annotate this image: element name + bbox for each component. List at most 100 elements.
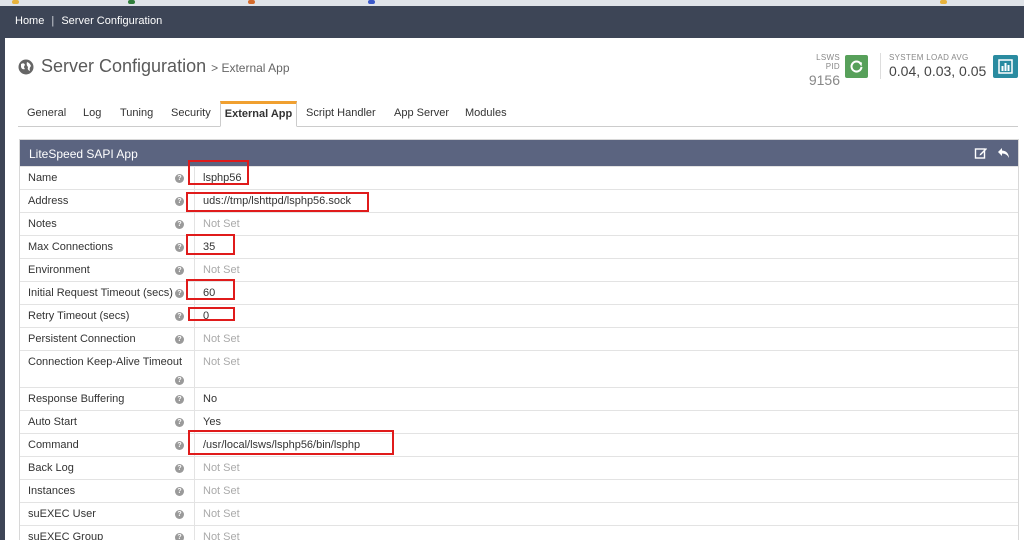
highlight-box [188,307,235,321]
panel-header: LiteSpeed SAPI App [20,140,1018,166]
help-icon[interactable]: ? [175,441,184,450]
help-icon[interactable]: ? [175,197,184,206]
row-label: Command [28,439,79,451]
load-chart-button[interactable] [993,55,1018,78]
row-label: suEXEC Group [28,531,104,540]
bookmark-favicon[interactable] [368,0,375,4]
bookmark-favicon[interactable] [940,0,947,4]
tab-app-server[interactable]: App Server [394,101,449,127]
tab-log[interactable]: Log [83,101,101,127]
load-label: SYSTEM LOAD AVG [889,53,969,62]
help-icon[interactable]: ? [175,289,184,298]
help-icon[interactable]: ? [175,464,184,473]
column-divider [194,526,195,540]
help-icon[interactable]: ? [175,220,184,229]
page-title-sub: > External App [211,61,290,75]
highlight-box [188,160,249,185]
help-icon[interactable]: ? [175,395,184,404]
tab-tuning[interactable]: Tuning [120,101,153,127]
row-label: Notes [28,218,57,230]
config-tabs: General Log Tuning Security External App… [18,101,1018,127]
row-label: Persistent Connection [28,333,136,345]
table-row: Instances? Not Set [20,479,1018,502]
help-icon[interactable]: ? [175,533,184,540]
table-row: Max Connections? 35 [20,235,1018,258]
row-value: Not Set [203,508,240,520]
top-navbar: Home | Server Configuration [0,6,1024,38]
breadcrumb-current: Server Configuration [61,15,163,27]
column-divider [194,213,195,235]
highlight-box [186,279,235,300]
table-row: Auto Start? Yes [20,410,1018,433]
bookmark-favicon[interactable] [128,0,135,4]
help-icon[interactable]: ? [175,418,184,427]
highlight-box [186,192,369,212]
row-value: Not Set [203,356,240,368]
reload-icon [850,60,863,73]
column-divider [194,351,195,387]
page-title-main: Server Configuration [41,56,207,76]
edit-icon[interactable] [974,146,988,160]
help-icon[interactable]: ? [175,243,184,252]
table-row: Persistent Connection? Not Set [20,327,1018,350]
back-arrow-icon[interactable] [997,146,1011,160]
breadcrumb-home-link[interactable]: Home [15,15,44,27]
row-label: Connection Keep-Alive Timeout [28,356,183,368]
tab-security[interactable]: Security [171,101,211,127]
row-label: Initial Request Timeout (secs) [28,287,173,299]
row-label: Address [28,195,69,207]
row-value: Not Set [203,485,240,497]
column-divider [194,457,195,479]
page-title: Server Configuration > External App [41,56,290,77]
help-icon[interactable]: ? [175,510,184,519]
table-row: suEXEC User? Not Set [20,502,1018,525]
column-divider [194,388,195,410]
table-row: suEXEC Group? Not Set [20,525,1018,540]
row-label: Retry Timeout (secs) [28,310,130,322]
column-divider [194,480,195,502]
tab-script-handler[interactable]: Script Handler [306,101,376,127]
row-value: Not Set [203,462,240,474]
row-label: Response Buffering [28,393,125,405]
table-row: Environment? Not Set [20,258,1018,281]
lsws-pid: LSWS PID 9156 [800,53,840,88]
column-divider [194,503,195,525]
help-icon[interactable]: ? [175,335,184,344]
panel-title: LiteSpeed SAPI App [29,147,138,161]
help-icon[interactable]: ? [175,487,184,496]
row-value: Not Set [203,531,240,540]
sapi-app-panel: LiteSpeed SAPI App Name? lsphp56 Address? u… [19,139,1019,540]
row-label: Back Log [28,462,74,474]
column-divider [194,328,195,350]
bookmark-favicon[interactable] [248,0,255,4]
row-value: Not Set [203,264,240,276]
breadcrumb: Home | Server Configuration [15,15,162,27]
row-value: Not Set [203,333,240,345]
table-row: Address? uds://tmp/lshttpd/lsphp56.sock [20,189,1018,212]
sidebar-edge [0,38,5,540]
row-label: suEXEC User [28,508,96,520]
row-label: Name [28,172,58,184]
table-row: Command?/usr/local/lsws/lsphp56/bin/lsph… [20,433,1018,456]
help-icon[interactable]: ? [175,174,184,183]
table-row: Connection Keep-Alive Timeout? Not Set [20,350,1018,387]
bookmark-favicon[interactable] [12,0,19,4]
help-icon[interactable]: ? [175,312,184,321]
help-icon[interactable]: ? [175,266,184,275]
pid-label: LSWS PID [816,53,840,71]
tab-general[interactable]: General [27,101,66,127]
reload-button[interactable] [845,55,868,78]
row-label: Instances [28,485,76,497]
column-divider [194,259,195,281]
table-row: Back Log? Not Set [20,456,1018,479]
help-icon[interactable]: ? [175,376,184,385]
table-row: Notes? Not Set [20,212,1018,235]
tab-external-app[interactable]: External App [220,101,297,127]
highlight-box [188,430,394,455]
breadcrumb-separator: | [51,15,55,27]
row-label: Environment [28,264,90,276]
table-row: Initial Request Timeout (secs)? 60 [20,281,1018,304]
row-value: Yes [203,416,221,428]
pid-value: 9156 [808,72,840,88]
tab-modules[interactable]: Modules [465,101,507,127]
